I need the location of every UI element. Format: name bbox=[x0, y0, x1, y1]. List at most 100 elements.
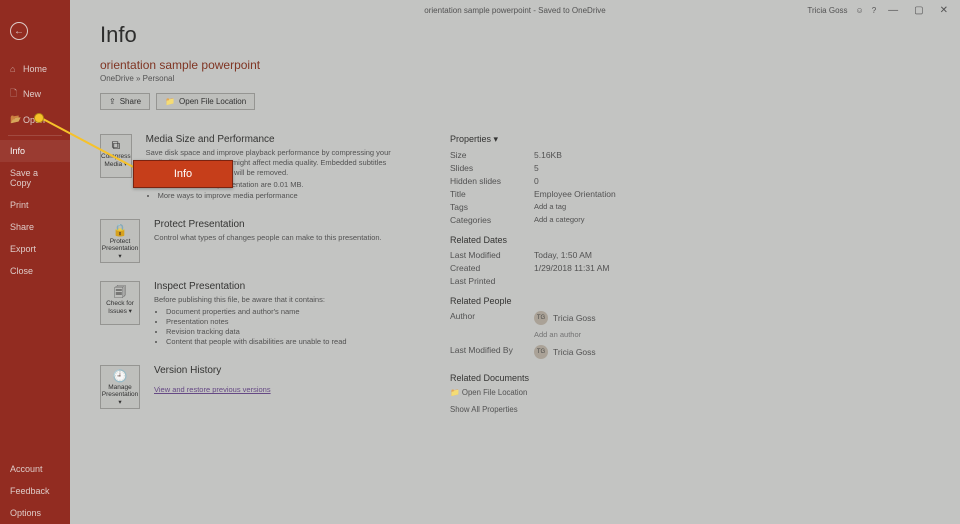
avatar: TG bbox=[534, 345, 548, 359]
manage-presentation-button[interactable]: 🕘 Manage Presentation ▾ bbox=[100, 365, 140, 409]
inspect-item: Document properties and author's name bbox=[166, 307, 347, 317]
inspect-section: 🗐 Check for Issues ▾ Inspect Presentatio… bbox=[100, 281, 400, 348]
sidebar-item-label: Feedback bbox=[10, 486, 50, 496]
author-name[interactable]: Tricia Goss bbox=[553, 313, 596, 323]
sidebar-item-home[interactable]: ⌂ Home bbox=[0, 58, 70, 80]
modby-key: Last Modified By bbox=[450, 345, 520, 363]
document-location: OneDrive » Personal bbox=[100, 74, 930, 83]
check-for-issues-button[interactable]: 🗐 Check for Issues ▾ bbox=[100, 281, 140, 325]
info-page: orientation sample powerpoint - Saved to… bbox=[70, 0, 960, 524]
protect-heading: Protect Presentation bbox=[154, 219, 382, 230]
sidebar-item-share[interactable]: Share bbox=[0, 216, 70, 238]
user-name[interactable]: Tricia Goss bbox=[807, 6, 847, 15]
sidebar-item-label: Info bbox=[10, 146, 25, 156]
author-key: Author bbox=[450, 311, 520, 339]
page-title: Info bbox=[100, 22, 930, 48]
sidebar-item-print[interactable]: Print bbox=[0, 194, 70, 216]
backstage-sidebar: ← ⌂ Home 🗋 New 📂 Open Info Save a Copy P… bbox=[0, 0, 70, 524]
inspect-item: Presentation notes bbox=[166, 317, 347, 327]
prop-key: Categories bbox=[450, 215, 520, 225]
media-bullet: More ways to improve media performance bbox=[158, 191, 400, 201]
sidebar-item-savecopy[interactable]: Save a Copy bbox=[0, 162, 70, 194]
inspect-item: Content that people with disabilities ar… bbox=[166, 337, 347, 347]
document-title: orientation sample powerpoint bbox=[100, 58, 930, 72]
prop-key: Tags bbox=[450, 202, 520, 212]
face-icon[interactable]: ☺ bbox=[856, 6, 864, 15]
sidebar-item-feedback[interactable]: Feedback bbox=[0, 480, 70, 502]
show-all-properties-link[interactable]: Show All Properties bbox=[450, 405, 670, 414]
open-file-location-link[interactable]: 📁 Open File Location bbox=[450, 388, 670, 397]
date-key: Created bbox=[450, 263, 520, 273]
protect-desc: Control what types of changes people can… bbox=[154, 233, 382, 243]
sidebar-item-info[interactable]: Info bbox=[0, 140, 70, 162]
inspect-desc: Before publishing this file, be aware th… bbox=[154, 295, 347, 305]
prop-val: Employee Orientation bbox=[534, 189, 616, 199]
sidebar-item-label: Close bbox=[10, 266, 33, 276]
lock-icon: 🔒 bbox=[113, 224, 128, 236]
open-icon: 📂 bbox=[10, 114, 18, 125]
version-heading: Version History bbox=[154, 365, 271, 376]
share-label: Share bbox=[120, 97, 141, 106]
close-button[interactable]: ✕ bbox=[936, 5, 952, 16]
sidebar-item-label: Save a Copy bbox=[10, 168, 60, 188]
prop-key: Slides bbox=[450, 163, 520, 173]
sidebar-item-new[interactable]: 🗋 New bbox=[0, 80, 70, 108]
sidebar-item-label: Account bbox=[10, 464, 43, 474]
protect-section: 🔒 Protect Presentation ▾ Protect Present… bbox=[100, 219, 400, 263]
sidebar-item-label: Options bbox=[10, 508, 41, 518]
sidebar-item-export[interactable]: Export bbox=[0, 238, 70, 260]
inspect-item: Revision tracking data bbox=[166, 327, 347, 337]
openloc-label: Open File Location bbox=[179, 97, 246, 106]
docs-heading: Related Documents bbox=[450, 373, 670, 383]
callout-label: Info bbox=[133, 160, 233, 188]
open-file-location-button[interactable]: 📁 Open File Location bbox=[156, 93, 255, 110]
avatar: TG bbox=[534, 311, 548, 325]
inspect-icon: 🗐 bbox=[114, 286, 126, 298]
date-val: 1/29/2018 11:31 AM bbox=[534, 263, 609, 273]
date-val: Today, 1:50 AM bbox=[534, 250, 592, 260]
modby-name[interactable]: Tricia Goss bbox=[553, 347, 596, 357]
callout-marker bbox=[34, 113, 44, 123]
home-icon: ⌂ bbox=[10, 64, 18, 74]
inspect-heading: Inspect Presentation bbox=[154, 281, 347, 292]
sidebar-item-label: Home bbox=[23, 64, 47, 74]
prop-val: 5 bbox=[534, 163, 539, 173]
folder-icon: 📁 bbox=[165, 97, 175, 106]
dates-heading: Related Dates bbox=[450, 235, 670, 245]
prop-key: Size bbox=[450, 150, 520, 160]
protect-presentation-button[interactable]: 🔒 Protect Presentation ▾ bbox=[100, 219, 140, 263]
prop-key: Title bbox=[450, 189, 520, 199]
add-category[interactable]: Add a category bbox=[534, 215, 584, 225]
prop-val: 5.16KB bbox=[534, 150, 562, 160]
history-icon: 🕘 bbox=[113, 370, 128, 382]
folder-icon: 📁 bbox=[450, 388, 460, 397]
window-title: orientation sample powerpoint - Saved to… bbox=[424, 6, 605, 15]
people-heading: Related People bbox=[450, 296, 670, 306]
new-icon: 🗋 bbox=[10, 86, 18, 102]
add-tag[interactable]: Add a tag bbox=[534, 202, 566, 212]
sidebar-item-close[interactable]: Close bbox=[0, 260, 70, 282]
title-bar: orientation sample powerpoint - Saved to… bbox=[70, 0, 960, 20]
version-section: 🕘 Manage Presentation ▾ Version History … bbox=[100, 365, 400, 409]
back-button[interactable]: ← bbox=[10, 22, 28, 40]
prop-val: 0 bbox=[534, 176, 539, 186]
sidebar-item-options[interactable]: Options bbox=[0, 502, 70, 524]
compress-icon: ⧉ bbox=[112, 139, 121, 151]
help-icon[interactable]: ? bbox=[872, 6, 876, 15]
sidebar-item-label: New bbox=[23, 89, 41, 99]
restore-button[interactable]: ▢ bbox=[910, 5, 927, 16]
sidebar-item-account[interactable]: Account bbox=[0, 458, 70, 480]
sidebar-item-label: Share bbox=[10, 222, 34, 232]
sidebar-item-label: Export bbox=[10, 244, 36, 254]
date-key: Last Modified bbox=[450, 250, 520, 260]
version-link[interactable]: View and restore previous versions bbox=[154, 385, 271, 394]
prop-key: Hidden slides bbox=[450, 176, 520, 186]
sidebar-item-label: Print bbox=[10, 200, 29, 210]
minimize-button[interactable]: — bbox=[884, 5, 902, 16]
share-icon: ⇪ bbox=[109, 97, 116, 106]
share-button[interactable]: ⇪ Share bbox=[100, 93, 150, 110]
properties-heading[interactable]: Properties ▾ bbox=[450, 134, 670, 145]
add-author[interactable]: Add an author bbox=[534, 330, 581, 339]
date-key: Last Printed bbox=[450, 276, 520, 286]
media-heading: Media Size and Performance bbox=[146, 134, 400, 145]
